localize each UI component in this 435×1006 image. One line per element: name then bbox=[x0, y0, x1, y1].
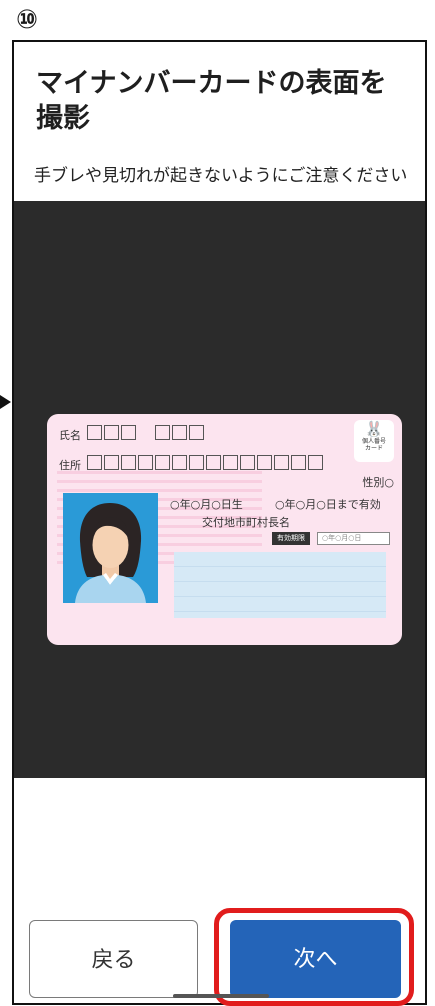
card-gender: 性別○ bbox=[362, 476, 394, 489]
card-name-boxes bbox=[87, 425, 136, 440]
card-birthdate: ○年○月○日生 bbox=[170, 498, 243, 511]
home-indicator bbox=[173, 994, 269, 998]
person-portrait-icon bbox=[63, 493, 158, 603]
card-logo-text-1: 個人番号 bbox=[361, 438, 386, 445]
step-number: ⑩ bbox=[16, 5, 39, 35]
card-blue-area bbox=[174, 552, 386, 618]
card-address-label: 住所 bbox=[59, 459, 81, 472]
pointer-arrow-icon bbox=[0, 395, 11, 409]
page-subtitle: 手ブレや見切れが起きないようにご注意ください bbox=[34, 166, 408, 186]
my-number-card-illustration: 氏名 住所 🐰 個人番号 カード 性別○ ○年○月○日生 ○年○月○日まで有効 … bbox=[47, 414, 402, 645]
back-button[interactable]: 戻る bbox=[29, 920, 198, 998]
card-issuer: 交付地市町村長名 bbox=[202, 516, 290, 529]
card-logo-text-2: カード bbox=[364, 445, 383, 452]
phone-screen: マイナンバーカードの表面を撮影 手ブレや見切れが起きないようにご注意ください 氏… bbox=[12, 40, 427, 1005]
card-logo: 🐰 個人番号 カード bbox=[354, 420, 394, 462]
page-title: マイナンバーカードの表面を撮影 bbox=[36, 68, 387, 134]
card-name-boxes-2 bbox=[155, 425, 204, 440]
card-photo bbox=[63, 493, 158, 603]
card-expiry: ○年○月○日まで有効 bbox=[275, 498, 381, 511]
card-validity-value: ○年○月○日 bbox=[317, 532, 390, 545]
card-address-boxes bbox=[87, 455, 323, 470]
rabbit-logo-icon: 🐰 bbox=[364, 420, 384, 438]
card-name-label: 氏名 bbox=[59, 429, 81, 442]
card-validity-tag: 有効期限 bbox=[272, 532, 310, 545]
camera-preview: 氏名 住所 🐰 個人番号 カード 性別○ ○年○月○日生 ○年○月○日まで有効 … bbox=[14, 201, 425, 778]
next-button[interactable]: 次へ bbox=[230, 920, 401, 998]
